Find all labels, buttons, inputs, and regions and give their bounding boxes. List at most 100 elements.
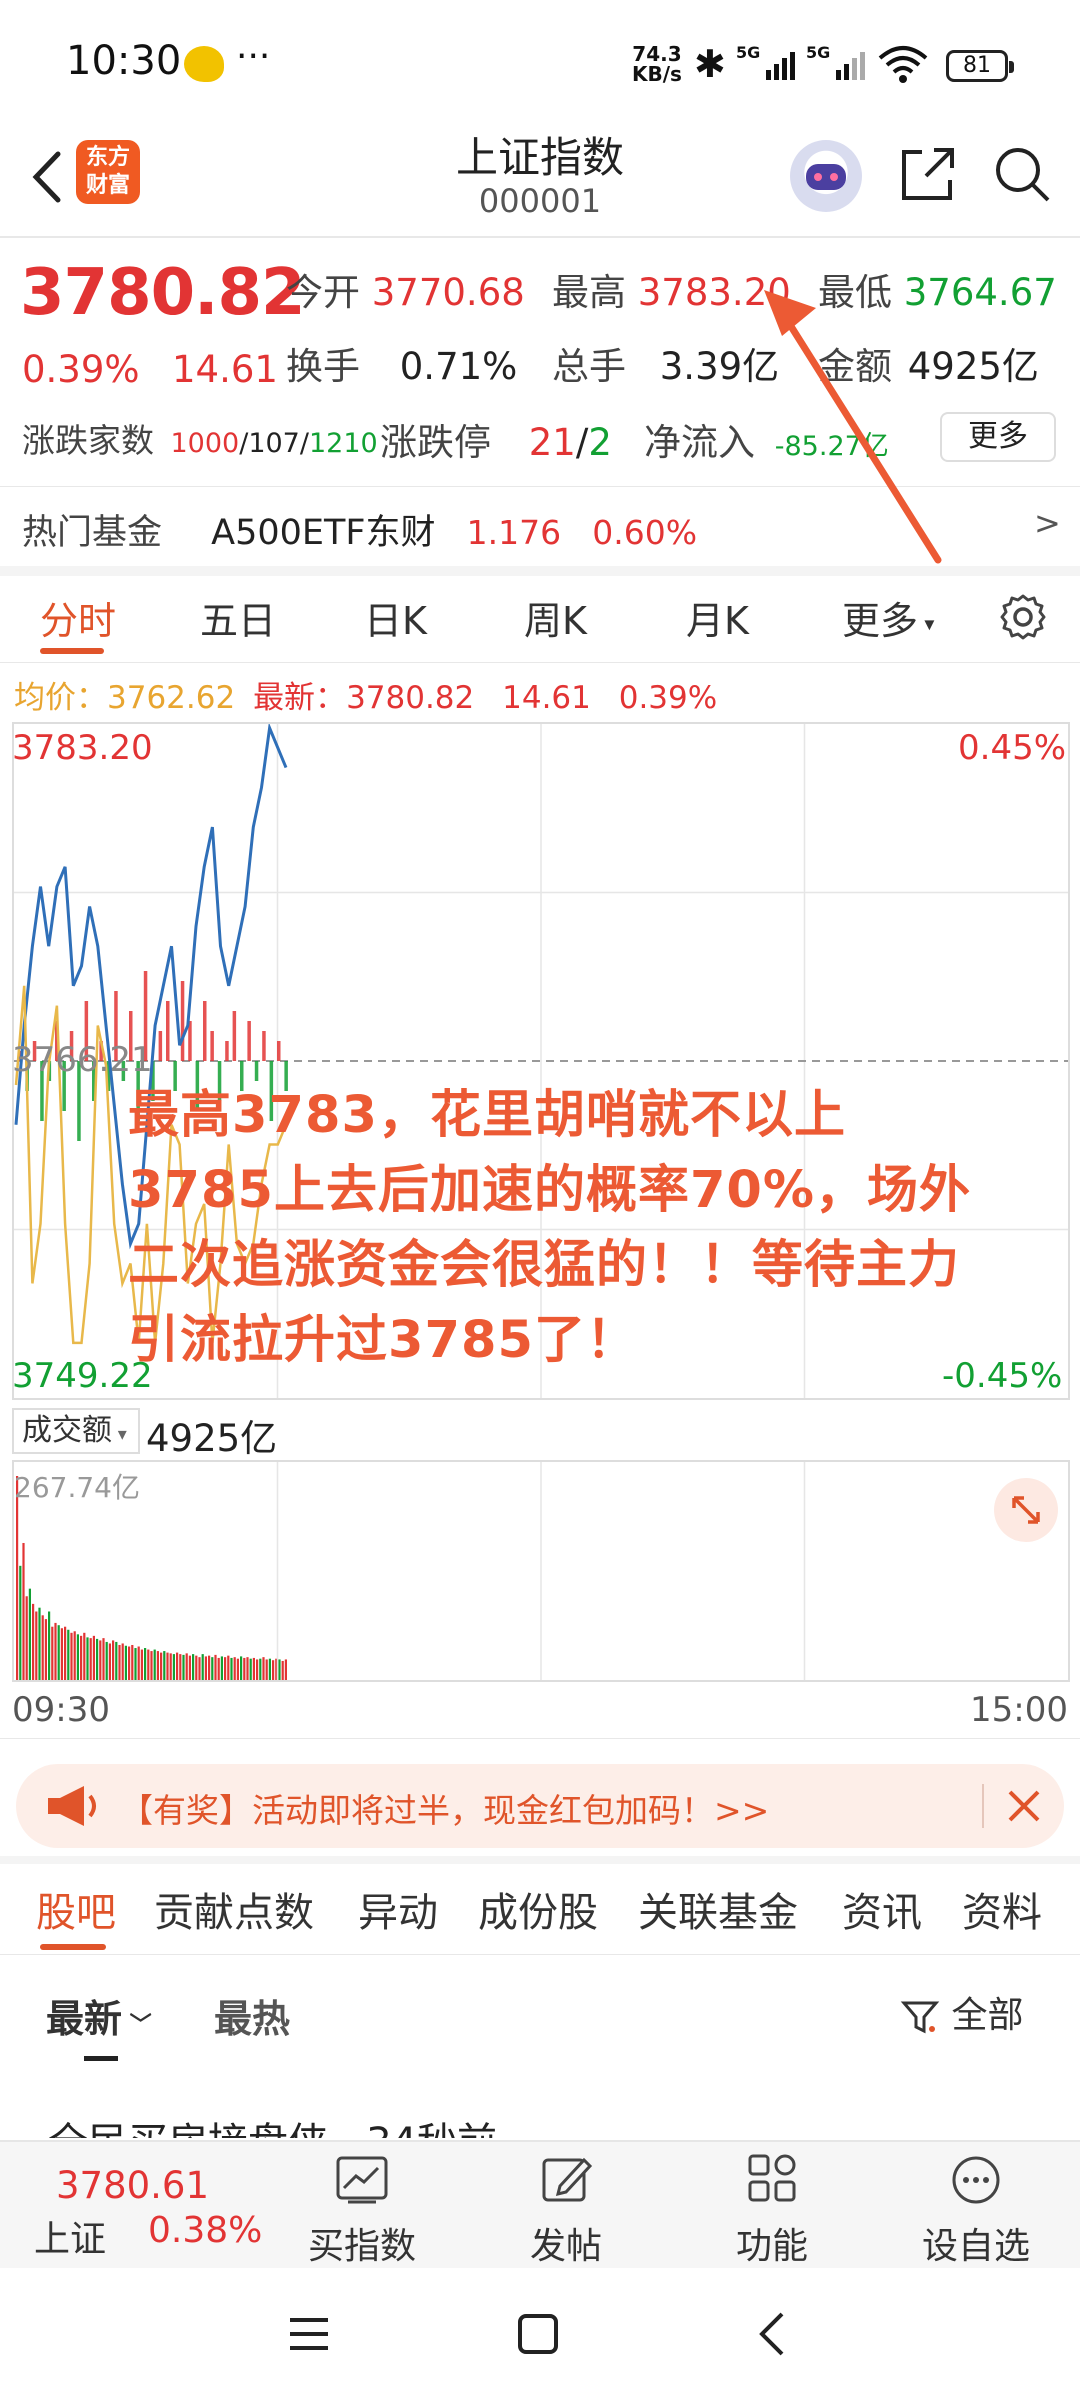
limit-row: 涨跌停 21/2	[380, 421, 612, 464]
volume-bar	[230, 1657, 233, 1680]
ai-assistant-icon[interactable]	[790, 140, 862, 212]
nav-buy-index[interactable]: 买指数	[292, 2152, 432, 2269]
menu-icon[interactable]	[284, 2312, 334, 2356]
sim2-label: 5G	[806, 44, 830, 62]
volume-bar	[236, 1658, 239, 1680]
volume-bar	[185, 1653, 188, 1680]
strength-bar	[232, 1011, 237, 1061]
sort-latest[interactable]: 最新 ﹀	[46, 1988, 152, 2043]
post-preview[interactable]: 全民买房接盘侠 · 34秒前	[48, 2110, 1048, 2138]
volume-chart-svg	[16, 1462, 806, 1680]
high-label: 最高	[552, 271, 626, 314]
more-notifications: ···	[236, 36, 271, 77]
tab-more[interactable]: 更多 ▾	[842, 590, 934, 645]
tab-guba[interactable]: 股吧	[36, 1880, 116, 1938]
volume-bar	[246, 1657, 249, 1680]
pct-max-label: 0.45%	[958, 728, 1067, 768]
volume-bar	[86, 1637, 89, 1680]
volume-bar	[64, 1626, 67, 1680]
volume-bar	[67, 1629, 70, 1680]
volume-bar	[256, 1659, 259, 1680]
inflow-label: 净流入	[644, 421, 755, 464]
volume-bar	[144, 1648, 147, 1680]
volume-bar	[243, 1657, 246, 1680]
volume-bar	[108, 1643, 111, 1680]
tab-movement[interactable]: 异动	[358, 1880, 438, 1938]
volume-bar	[41, 1615, 44, 1680]
avg-value: 3762.62	[107, 680, 236, 716]
tab-five-day[interactable]: 五日	[200, 590, 276, 645]
back-nav-icon[interactable]	[752, 2308, 792, 2360]
net-speed: 74.3 KB/s	[632, 44, 682, 84]
volume-bar	[48, 1611, 51, 1680]
nav-index-name[interactable]: 上证	[34, 2210, 106, 2262]
tab-monthly-k[interactable]: 月K	[686, 590, 749, 645]
volume-bar	[51, 1626, 54, 1680]
volume-bar	[54, 1622, 57, 1680]
volume-bar	[176, 1652, 179, 1680]
volume-bar	[73, 1631, 76, 1680]
expand-icon	[1012, 1496, 1040, 1524]
volume-bar	[22, 1542, 25, 1680]
chart-info-line: 均价：3762.62 最新：3780.82 14.61 0.39%	[14, 672, 717, 717]
hot-fund-pct: 0.60%	[592, 513, 698, 552]
latest-pct: 0.39%	[618, 680, 718, 716]
volume-bar	[140, 1649, 143, 1680]
nav-functions[interactable]: 功能	[702, 2152, 842, 2269]
volume-bar	[240, 1656, 243, 1680]
volume-bar	[224, 1657, 227, 1680]
change-pct: 0.39%	[22, 348, 140, 391]
chart-trend-icon	[336, 2156, 388, 2204]
promo-banner[interactable]: 【有奖】活动即将过半，现金红包加码！>>	[16, 1764, 1064, 1848]
volume-bar	[38, 1607, 41, 1680]
open-label: 今开	[286, 271, 360, 314]
high-row: 最高 3783.20	[552, 262, 791, 316]
tab-intraday[interactable]: 分时	[40, 590, 116, 645]
volume-selector[interactable]: 成交额 ▾	[12, 1408, 140, 1454]
volume-bar	[208, 1655, 211, 1680]
settings-gear-icon[interactable]	[998, 592, 1048, 642]
hot-fund-row[interactable]: 热门基金 A500ETF东财 1.176 0.60%	[22, 504, 697, 555]
open-row: 今开 3770.68	[286, 262, 525, 316]
volume-bar	[35, 1611, 38, 1680]
signal-icon-2: 5G	[806, 44, 865, 80]
nav-add-watchlist[interactable]: 设自选	[906, 2152, 1046, 2269]
volume-bar	[147, 1649, 150, 1680]
filter-all[interactable]: 全部	[900, 1986, 1023, 2038]
hot-fund-chevron-icon[interactable]: >	[1034, 504, 1061, 542]
tab-news[interactable]: 资讯	[842, 1880, 922, 1938]
volume-bar	[134, 1648, 137, 1680]
nav-index-price[interactable]: 3780.61	[56, 2164, 209, 2207]
tab-profile[interactable]: 资料	[962, 1880, 1042, 1938]
home-icon[interactable]	[514, 2310, 562, 2358]
tab-contribution[interactable]: 贡献点数	[154, 1880, 314, 1938]
nav-index-pct[interactable]: 0.38%	[148, 2210, 262, 2251]
volume-bar	[70, 1632, 73, 1680]
avg-label: 均价：	[14, 680, 107, 716]
nav-watch-label: 设自选	[921, 2226, 1030, 2267]
strength-bar	[247, 1021, 251, 1061]
close-icon[interactable]	[1002, 1784, 1046, 1828]
sort-hot[interactable]: 最热	[214, 1988, 290, 2043]
latest-value: 3780.82	[346, 680, 475, 716]
volume-bar	[99, 1640, 102, 1680]
volume-bar	[163, 1651, 166, 1680]
volume-bar	[83, 1632, 86, 1680]
search-icon[interactable]	[990, 142, 1054, 206]
volume-total: 4925亿	[146, 1417, 278, 1460]
volume-max-label: 267.74亿	[14, 1471, 140, 1504]
more-button[interactable]: 更多	[940, 412, 1056, 462]
volume-bar	[182, 1654, 185, 1680]
volume-bar	[112, 1640, 115, 1680]
volume-bar	[16, 1476, 19, 1680]
volume-bar	[281, 1660, 284, 1680]
tab-weekly-k[interactable]: 周K	[524, 590, 587, 645]
nav-post[interactable]: 发帖	[496, 2152, 636, 2269]
expand-chart-button[interactable]	[994, 1478, 1058, 1542]
volume-bar	[204, 1656, 207, 1680]
status-time: 10:30	[66, 38, 182, 84]
share-icon[interactable]	[896, 142, 960, 206]
tab-constituents[interactable]: 成份股	[478, 1880, 598, 1938]
tab-related-funds[interactable]: 关联基金	[638, 1880, 798, 1938]
tab-daily-k[interactable]: 日K	[364, 590, 427, 645]
